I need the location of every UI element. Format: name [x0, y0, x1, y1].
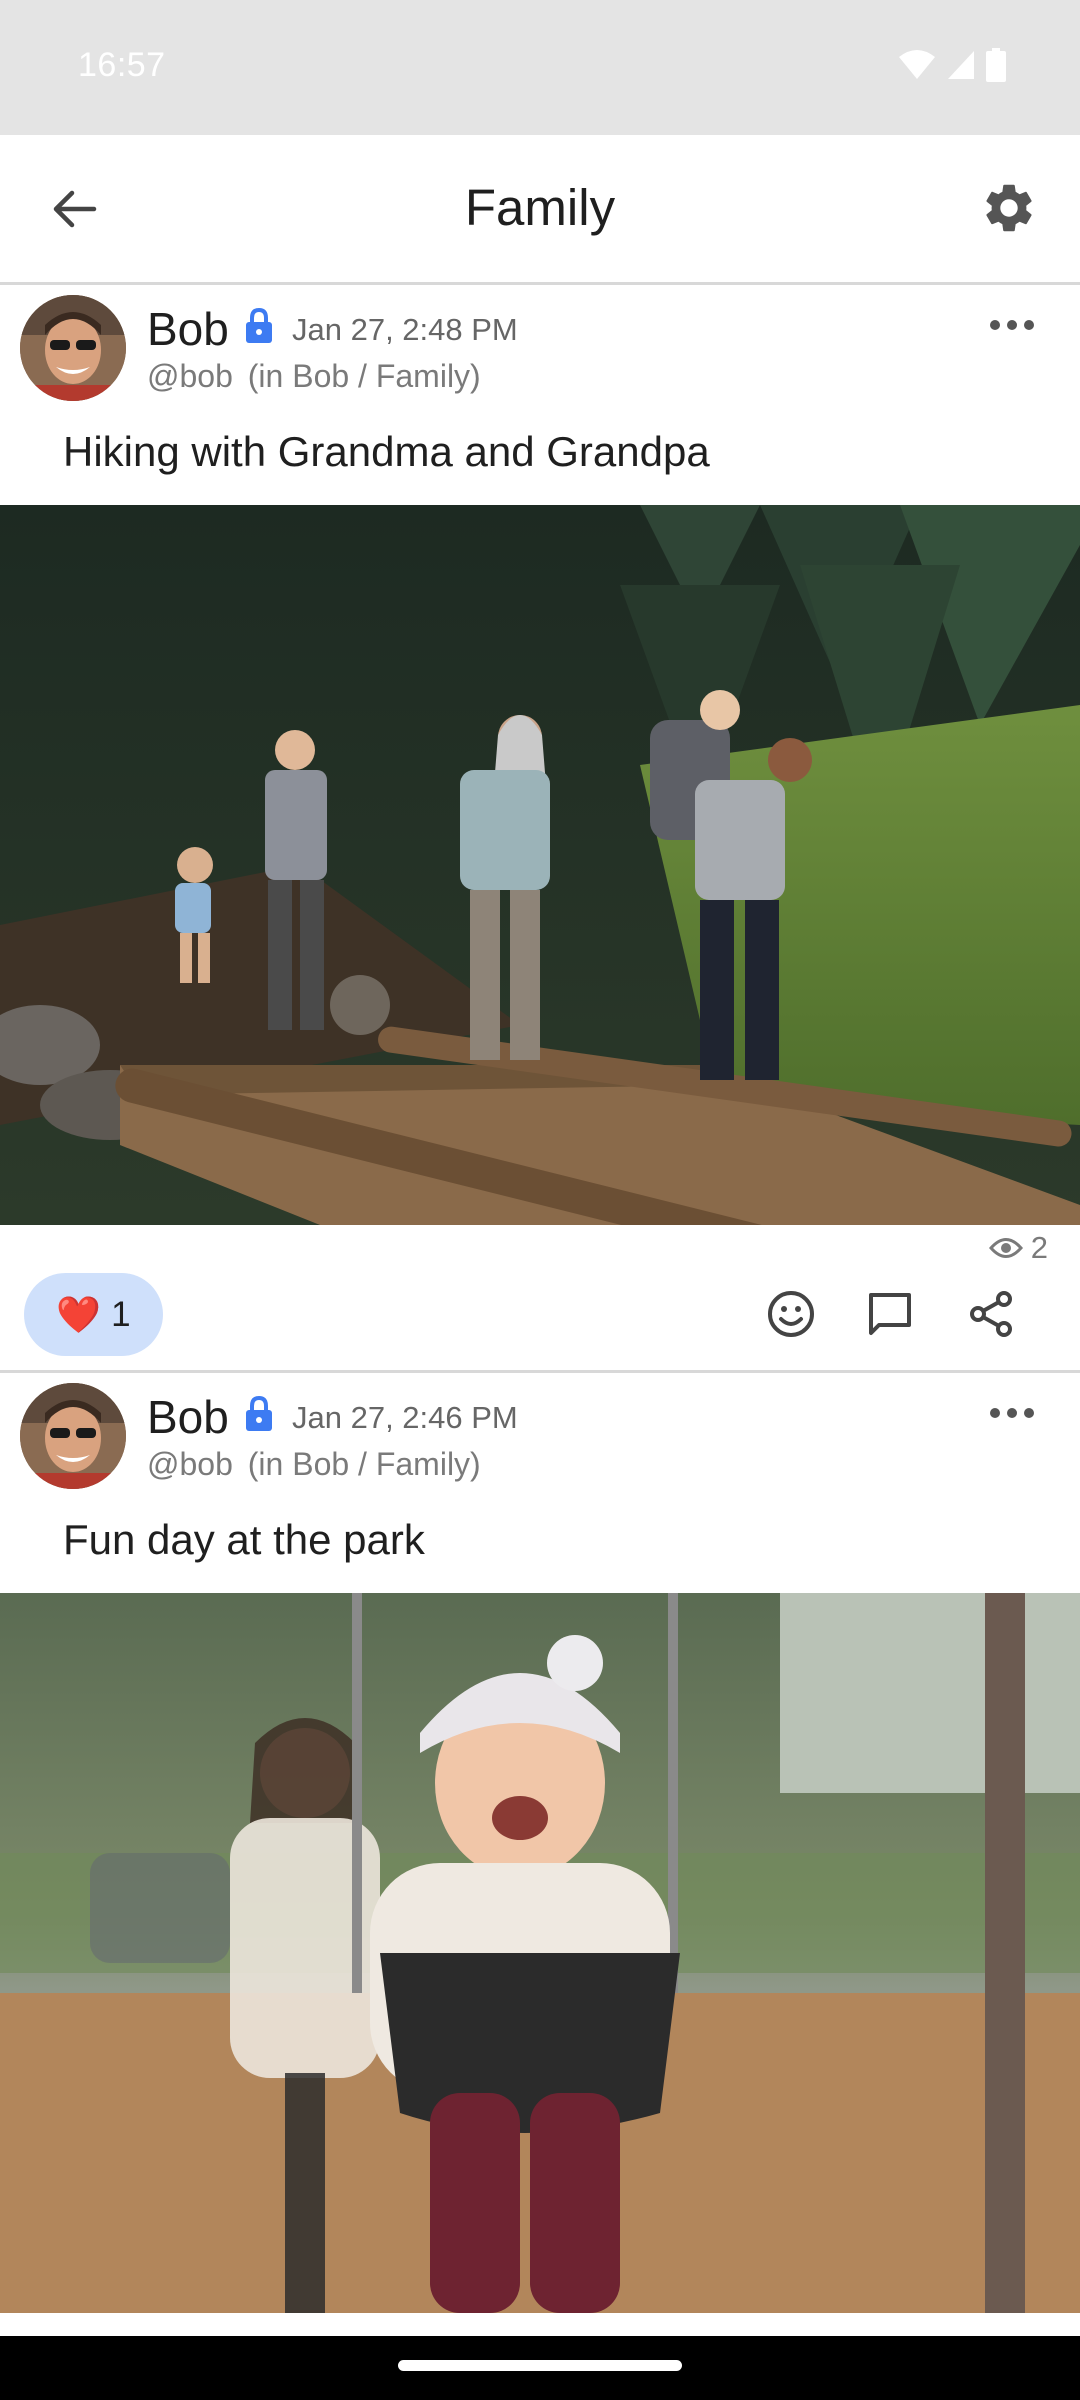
post-context: (in Bob / Family): [247, 358, 481, 394]
handle-text: @bob: [147, 358, 233, 394]
family-hiking-photo[interactable]: [0, 505, 1080, 1225]
view-count-value: 2: [1030, 1230, 1048, 1265]
share-button[interactable]: [958, 1281, 1024, 1347]
post: Bob Jan 27, 2:46 PM @bob (in Bob / Famil…: [0, 1376, 1080, 2336]
more-options-button[interactable]: [982, 1398, 1042, 1428]
signal-icon: [948, 51, 974, 79]
home-gesture-handle[interactable]: [398, 2360, 682, 2371]
post: Bob Jan 27, 2:48 PM @bob (in Bob / Famil…: [0, 288, 1080, 1373]
eye-icon: [988, 1238, 1023, 1258]
more-horizontal-icon: [990, 320, 1034, 330]
reaction-count: 1: [111, 1294, 131, 1334]
baby-swing-photo[interactable]: [0, 1593, 1080, 2313]
post-text: Fun day at the park: [63, 1516, 425, 1563]
post-timestamp: Jan 27, 2:46 PM: [292, 1400, 518, 1435]
post-timestamp: Jan 27, 2:48 PM: [292, 312, 518, 347]
post-text: Hiking with Grandma and Grandpa: [63, 428, 710, 475]
page-title: Family: [464, 179, 616, 236]
lock-icon: [246, 1395, 272, 1431]
author-name[interactable]: Bob: [147, 1390, 229, 1444]
post-context: (in Bob / Family): [247, 1446, 481, 1482]
reaction-chip[interactable]: ❤️ 1: [24, 1273, 163, 1356]
avatar[interactable]: [20, 295, 126, 401]
status-bar: 16:57: [0, 0, 1080, 135]
add-reaction-button[interactable]: [758, 1281, 824, 1347]
status-icons: [898, 48, 1006, 82]
gear-icon: [986, 184, 1032, 232]
lock-icon: [246, 307, 272, 343]
battery-icon: [986, 48, 1006, 82]
author-name[interactable]: Bob: [147, 302, 229, 356]
system-nav-bar: [0, 2336, 1080, 2400]
emoji-icon: [768, 1291, 814, 1337]
author-handle: @bob (in Bob / Family): [147, 358, 481, 395]
handle-text: @bob: [147, 1446, 233, 1482]
app-bar: Family: [0, 135, 1080, 285]
avatar[interactable]: [20, 1383, 126, 1489]
wifi-icon: [899, 50, 935, 79]
more-options-button[interactable]: [982, 310, 1042, 340]
more-horizontal-icon: [990, 1408, 1034, 1418]
status-time: 16:57: [78, 46, 166, 84]
comment-button[interactable]: [857, 1281, 923, 1347]
settings-button[interactable]: [976, 175, 1042, 241]
share-icon: [970, 1291, 1012, 1337]
heart-reaction-icon: ❤️: [56, 1293, 102, 1335]
view-count: 2: [988, 1230, 1048, 1266]
comment-icon: [869, 1293, 911, 1335]
author-handle: @bob (in Bob / Family): [147, 1446, 481, 1483]
